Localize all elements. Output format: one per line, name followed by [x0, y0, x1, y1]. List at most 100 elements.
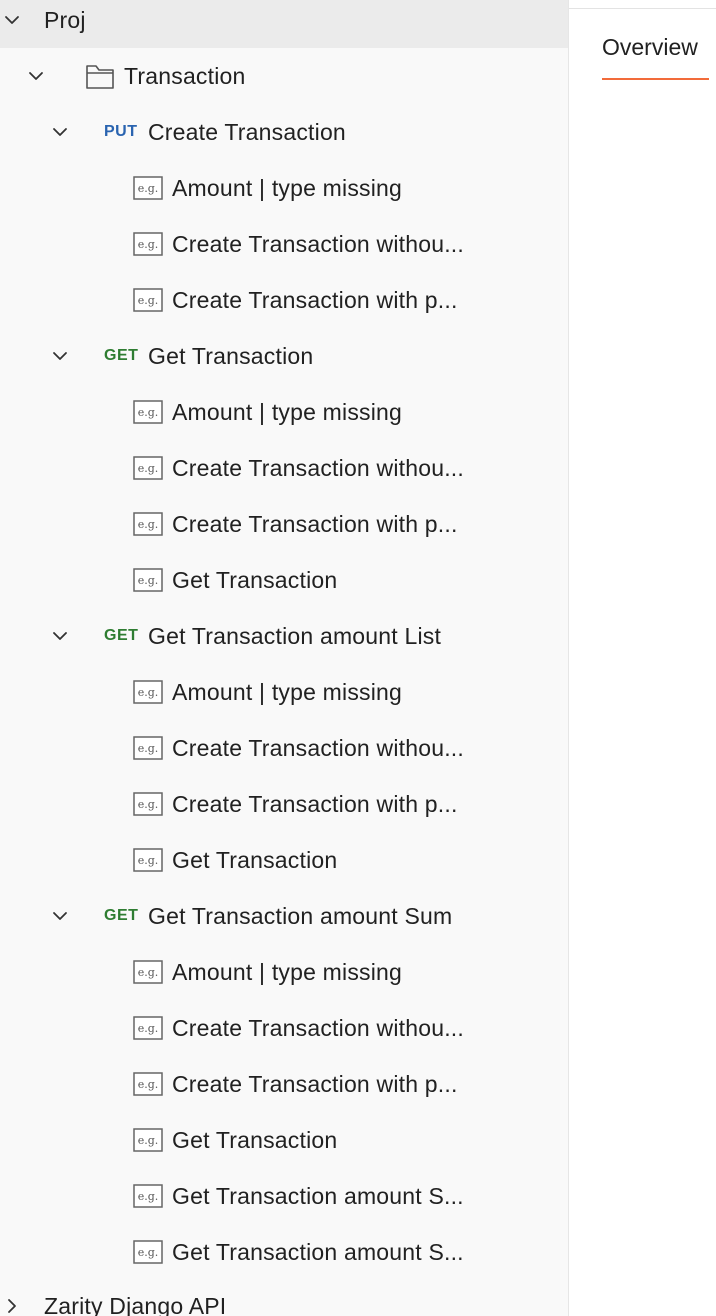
example-label: Get Transaction [172, 1126, 338, 1153]
example-icon: e.g. [133, 680, 163, 704]
example-icon: e.g. [133, 288, 163, 312]
chevron-down-icon[interactable] [0, 8, 24, 32]
request-item[interactable]: GET Get Transaction [0, 328, 568, 384]
divider [569, 8, 716, 9]
svg-text:e.g.: e.g. [138, 966, 159, 979]
example-item[interactable]: e.g. Get Transaction [0, 832, 568, 888]
collection-label: Proj [44, 6, 86, 33]
example-icon: e.g. [133, 960, 163, 984]
chevron-down-icon[interactable] [48, 624, 72, 648]
svg-text:e.g.: e.g. [138, 518, 159, 531]
example-item[interactable]: e.g. Create Transaction with p... [0, 776, 568, 832]
request-item[interactable]: GET Get Transaction amount Sum [0, 888, 568, 944]
example-icon: e.g. [133, 176, 163, 200]
svg-text:e.g.: e.g. [138, 294, 159, 307]
collections-sidebar: Proj Transaction PUT Create Transaction … [0, 0, 569, 1316]
svg-text:e.g.: e.g. [138, 182, 159, 195]
method-badge: PUT [104, 123, 138, 140]
request-item[interactable]: GET Get Transaction amount List [0, 608, 568, 664]
example-label: Create Transaction with p... [172, 510, 458, 537]
example-label: Create Transaction with p... [172, 286, 458, 313]
example-label: Create Transaction withou... [172, 230, 464, 257]
svg-text:e.g.: e.g. [138, 462, 159, 475]
method-badge: GET [104, 627, 139, 644]
example-item[interactable]: e.g. Get Transaction [0, 1112, 568, 1168]
example-item[interactable]: e.g. Amount | type missing [0, 160, 568, 216]
request-label: Create Transaction [148, 118, 346, 145]
method-badge: GET [104, 347, 139, 364]
chevron-down-icon[interactable] [48, 904, 72, 928]
example-item[interactable]: e.g. Amount | type missing [0, 384, 568, 440]
svg-text:e.g.: e.g. [138, 742, 159, 755]
example-icon: e.g. [133, 792, 163, 816]
example-item[interactable]: e.g. Create Transaction withou... [0, 1000, 568, 1056]
example-label: Get Transaction [172, 846, 338, 873]
example-label: Create Transaction withou... [172, 734, 464, 761]
folder-icon [86, 65, 114, 89]
example-item[interactable]: e.g. Create Transaction withou... [0, 216, 568, 272]
collection-item-zarity-django-api[interactable]: Zarity Django API [0, 1278, 568, 1316]
svg-text:e.g.: e.g. [138, 406, 159, 419]
example-item[interactable]: e.g. Create Transaction with p... [0, 496, 568, 552]
example-item[interactable]: e.g. Create Transaction withou... [0, 720, 568, 776]
chevron-down-icon[interactable] [48, 120, 72, 144]
app-window: Proj Transaction PUT Create Transaction … [0, 0, 716, 1316]
example-icon: e.g. [133, 848, 163, 872]
example-icon: e.g. [133, 1072, 163, 1096]
example-item[interactable]: e.g. Create Transaction withou... [0, 440, 568, 496]
example-icon: e.g. [133, 1128, 163, 1152]
svg-text:e.g.: e.g. [138, 1134, 159, 1147]
example-icon: e.g. [133, 736, 163, 760]
tab-overview[interactable]: Overview [602, 34, 698, 61]
example-label: Amount | type missing [172, 398, 403, 425]
chevron-down-icon[interactable] [48, 344, 72, 368]
example-label: Create Transaction withou... [172, 454, 464, 481]
example-item[interactable]: e.g. Create Transaction with p... [0, 272, 568, 328]
example-icon: e.g. [133, 232, 163, 256]
request-label: Get Transaction [148, 342, 314, 369]
request-label: Get Transaction amount List [148, 622, 442, 649]
example-icon: e.g. [133, 1184, 163, 1208]
collection-item-proj[interactable]: Proj [0, 0, 568, 48]
example-label: Amount | type missing [172, 174, 403, 201]
collection-label: Zarity Django API [44, 1292, 227, 1316]
example-label: Amount | type missing [172, 958, 403, 985]
svg-text:e.g.: e.g. [138, 798, 159, 811]
svg-text:e.g.: e.g. [138, 854, 159, 867]
active-tab-indicator [602, 78, 709, 80]
svg-text:e.g.: e.g. [138, 1190, 159, 1203]
main-pane: Overview [569, 0, 716, 1316]
request-item[interactable]: PUT Create Transaction [0, 104, 568, 160]
example-icon: e.g. [133, 1016, 163, 1040]
svg-text:e.g.: e.g. [138, 238, 159, 251]
example-label: Get Transaction amount S... [172, 1182, 464, 1209]
folder-item-transaction[interactable]: Transaction [0, 48, 568, 104]
example-icon: e.g. [133, 456, 163, 480]
example-icon: e.g. [133, 568, 163, 592]
example-icon: e.g. [133, 512, 163, 536]
example-item[interactable]: e.g. Create Transaction with p... [0, 1056, 568, 1112]
example-icon: e.g. [133, 1240, 163, 1264]
chevron-right-icon[interactable] [0, 1294, 24, 1316]
example-item[interactable]: e.g. Get Transaction amount S... [0, 1168, 568, 1224]
chevron-down-icon[interactable] [24, 64, 48, 88]
example-item[interactable]: e.g. Get Transaction [0, 552, 568, 608]
example-item[interactable]: e.g. Amount | type missing [0, 664, 568, 720]
example-item[interactable]: e.g. Get Transaction amount S... [0, 1224, 568, 1280]
example-icon: e.g. [133, 400, 163, 424]
svg-text:e.g.: e.g. [138, 1022, 159, 1035]
example-label: Create Transaction withou... [172, 1014, 464, 1041]
example-item[interactable]: e.g. Amount | type missing [0, 944, 568, 1000]
svg-text:e.g.: e.g. [138, 1246, 159, 1259]
svg-text:e.g.: e.g. [138, 574, 159, 587]
method-badge: GET [104, 907, 139, 924]
example-label: Get Transaction [172, 566, 338, 593]
svg-text:e.g.: e.g. [138, 686, 159, 699]
folder-label: Transaction [124, 62, 246, 89]
example-label: Get Transaction amount S... [172, 1238, 464, 1265]
example-label: Amount | type missing [172, 678, 403, 705]
request-label: Get Transaction amount Sum [148, 902, 453, 929]
example-label: Create Transaction with p... [172, 1070, 458, 1097]
svg-text:e.g.: e.g. [138, 1078, 159, 1091]
example-label: Create Transaction with p... [172, 790, 458, 817]
